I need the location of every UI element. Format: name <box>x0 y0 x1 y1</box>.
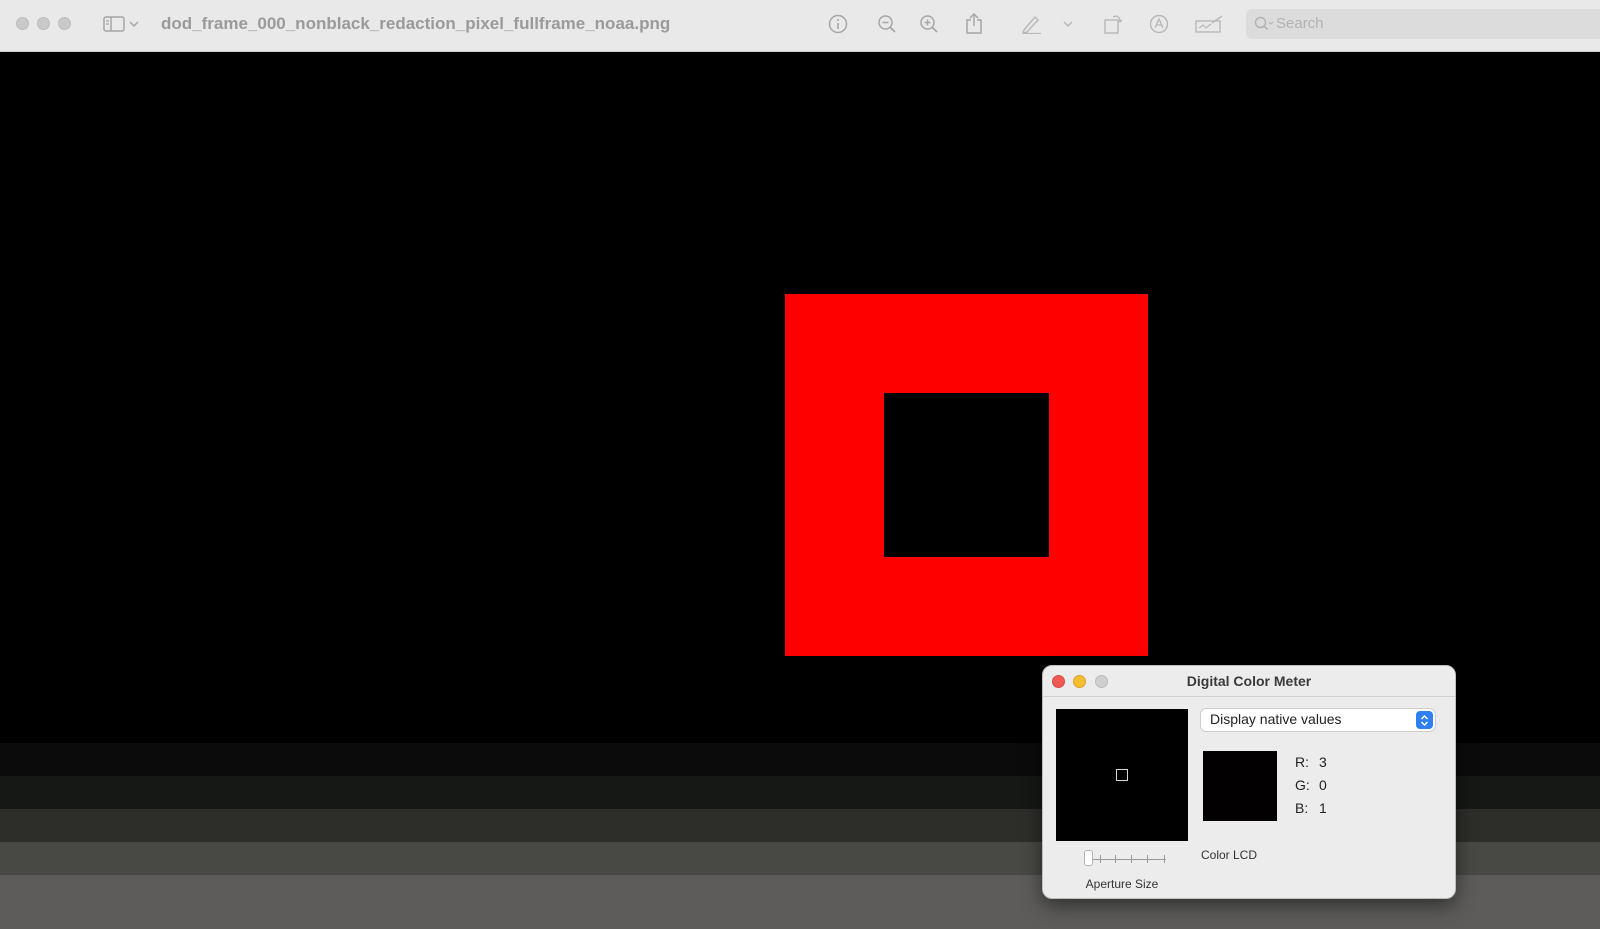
close-window-button[interactable] <box>16 17 29 30</box>
info-icon[interactable] <box>826 12 850 36</box>
red-readout: R: 3 <box>1295 754 1327 770</box>
slider-tick <box>1131 855 1132 863</box>
document-title: dod_frame_000_nonblack_redaction_pixel_f… <box>161 14 671 33</box>
blue-label: B: <box>1295 800 1309 816</box>
title-bar: dod_frame_000_nonblack_redaction_pixel_f… <box>0 0 1600 52</box>
digital-color-meter-window: Digital Color Meter Aperture Size Displa… <box>1042 665 1456 899</box>
red-label: R: <box>1295 754 1309 770</box>
slider-tick <box>1115 855 1116 863</box>
green-readout: G: 0 <box>1295 777 1327 793</box>
markup-pen-icon[interactable] <box>1020 12 1044 36</box>
rotate-icon[interactable] <box>1101 12 1125 36</box>
slider-knob[interactable] <box>1084 850 1093 866</box>
aperture-size-slider[interactable] <box>1084 850 1166 866</box>
aperture-size-label: Aperture Size <box>1085 877 1159 891</box>
chevron-down-icon[interactable] <box>127 12 141 36</box>
search-placeholder: Search <box>1276 15 1324 32</box>
sidebar-icon[interactable] <box>102 12 126 36</box>
value-mode-select[interactable]: Display native values <box>1201 709 1435 731</box>
green-value: 0 <box>1319 777 1327 793</box>
magnifier-view <box>1056 709 1188 841</box>
color-swatch <box>1203 751 1277 821</box>
red-value: 3 <box>1319 754 1327 770</box>
blue-readout: B: 1 <box>1295 800 1327 816</box>
search-field[interactable]: Search <box>1246 9 1600 39</box>
green-label: G: <box>1295 777 1310 793</box>
divider <box>1043 696 1455 697</box>
search-icon <box>1254 16 1274 37</box>
slider-tick <box>1164 855 1165 863</box>
zoom-window-button[interactable] <box>58 17 71 30</box>
slider-tick <box>1147 855 1148 863</box>
panel-title: Digital Color Meter <box>1186 673 1312 689</box>
minimize-window-button[interactable] <box>37 17 50 30</box>
display-name-label: Color LCD <box>1201 848 1258 862</box>
chevron-down-icon[interactable] <box>1061 12 1075 36</box>
blue-value: 1 <box>1319 800 1327 816</box>
aperture-indicator <box>1116 769 1128 781</box>
signature-icon[interactable] <box>1194 12 1224 36</box>
annotate-icon[interactable] <box>1147 12 1171 36</box>
zoom-in-icon[interactable] <box>917 12 941 36</box>
zoom-out-icon[interactable] <box>875 12 899 36</box>
share-icon[interactable] <box>962 12 986 36</box>
slider-tick <box>1100 855 1101 863</box>
value-mode-selected: Display native values <box>1210 711 1342 727</box>
black-inner-square <box>884 393 1049 557</box>
updown-chevron-icon <box>1416 711 1433 729</box>
slider-track <box>1086 859 1166 860</box>
